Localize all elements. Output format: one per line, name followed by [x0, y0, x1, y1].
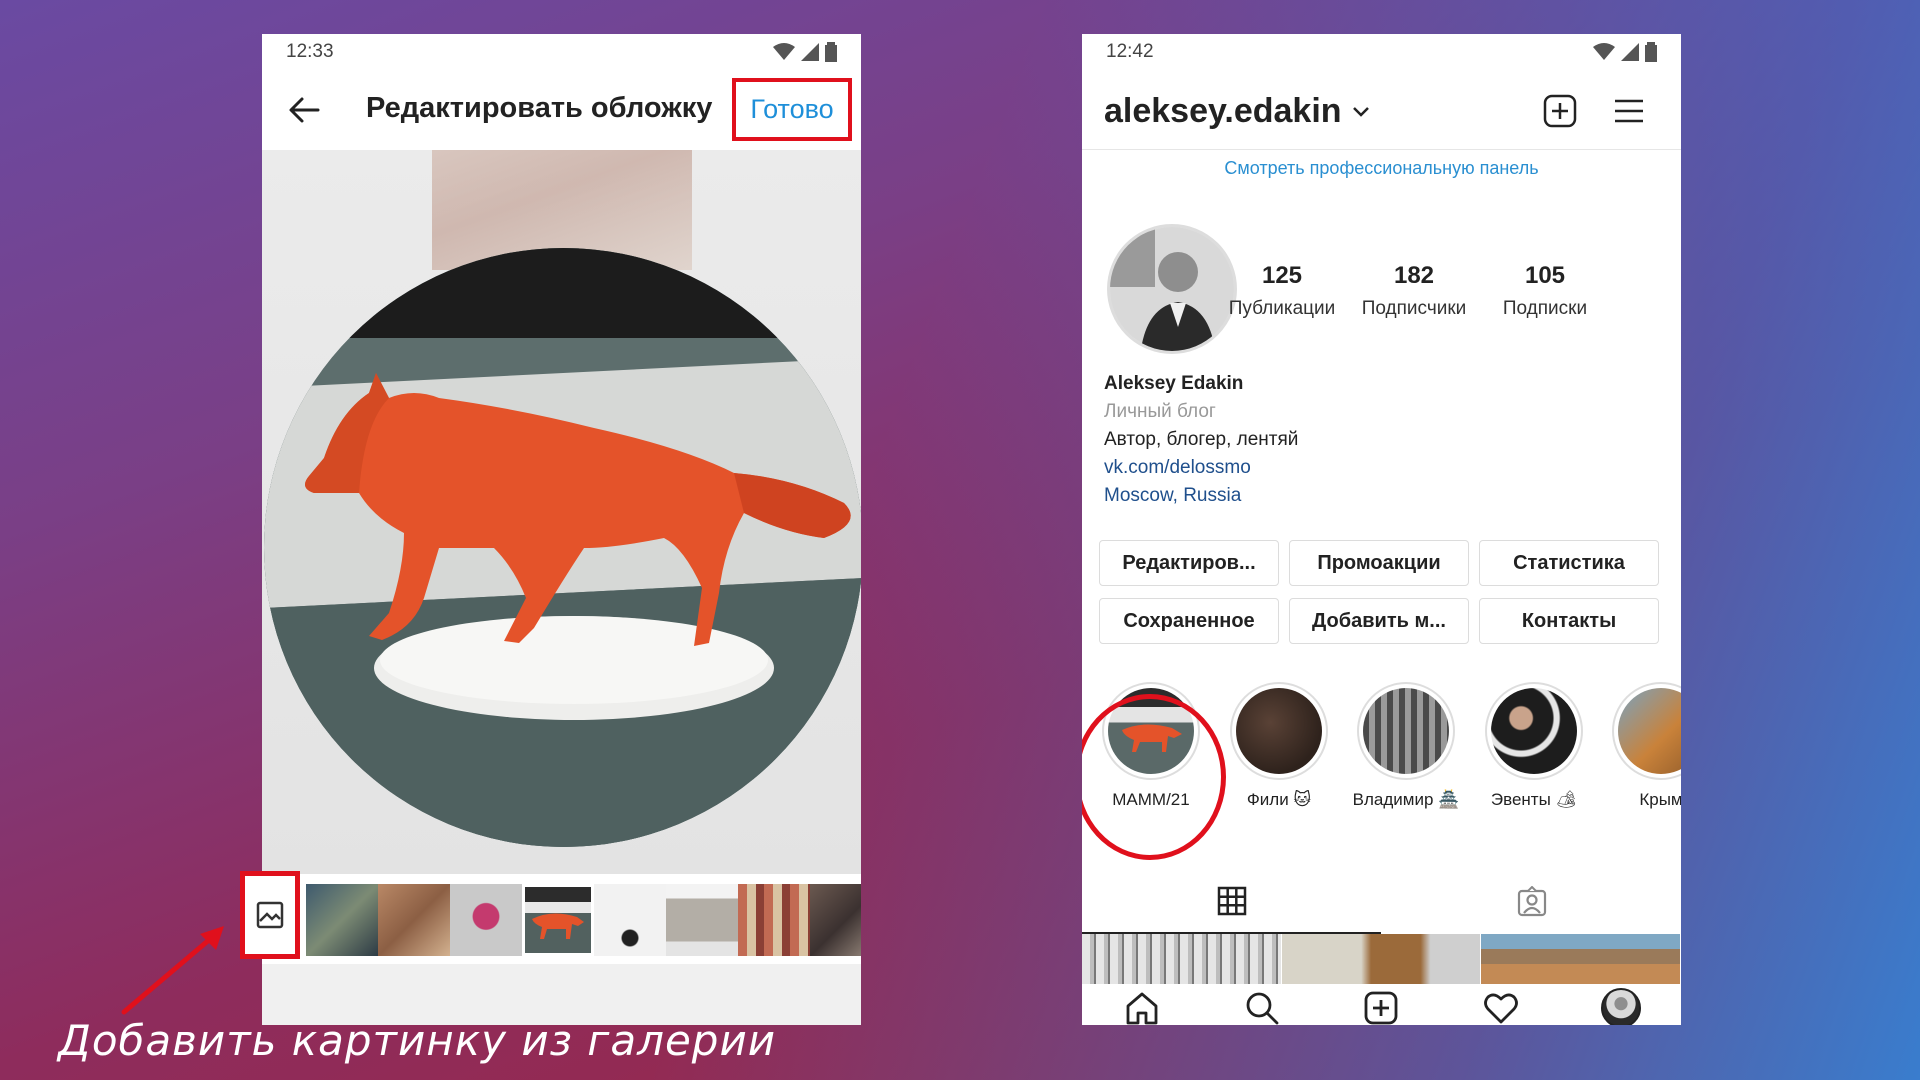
page-title: Редактировать обложку: [366, 92, 713, 124]
highlight-cover: [1618, 688, 1681, 774]
fox-sculpture-image: [264, 248, 861, 847]
phone-right-profile: 12:42 aleksey.edakin Смотреть профессион…: [1082, 34, 1681, 1025]
profile-avatar-icon[interactable]: [1601, 988, 1641, 1025]
profile-tabs: [1082, 870, 1681, 934]
stat-label: Подписки: [1502, 298, 1588, 319]
home-icon[interactable]: [1122, 988, 1162, 1025]
phone-left-edit-cover: 12:33 Редактировать обложку Готово: [262, 34, 861, 1025]
profile-header: aleksey.edakin: [1082, 70, 1681, 150]
stat-value: 125: [1261, 262, 1303, 289]
username[interactable]: aleksey.edakin: [1104, 92, 1342, 131]
cover-editor[interactable]: [262, 150, 861, 874]
stat-followers[interactable]: 182 Подписчики: [1349, 262, 1479, 320]
stat-label: Подписчики: [1361, 298, 1467, 319]
insights-button[interactable]: Статистика: [1479, 540, 1659, 586]
signal-icon: [1621, 43, 1639, 61]
highlight-label: Владимир 🏯: [1352, 790, 1460, 809]
bio: Aleksey Edakin Личный блог Автор, блогер…: [1104, 370, 1298, 510]
caption: Добавить картинку из галерии: [58, 1016, 777, 1065]
done-button[interactable]: Готово: [732, 78, 852, 141]
gallery-thumbnails: [306, 884, 861, 956]
highlight-cover: [1108, 688, 1194, 774]
gallery-icon: [256, 901, 284, 929]
highlight-item[interactable]: MAMM/21: [1086, 682, 1216, 810]
highlight-cover: [1236, 688, 1322, 774]
story-highlights: MAMM/21 Фили 🐱 Владимир 🏯 Эвенты 🏕 Крым: [1082, 682, 1681, 842]
profile-location[interactable]: Moscow, Russia: [1104, 482, 1298, 510]
stat-following[interactable]: 105 Подписки: [1480, 262, 1610, 320]
add-shop-button[interactable]: Добавить м...: [1289, 598, 1469, 644]
stat-posts[interactable]: 125 Публикации: [1217, 262, 1347, 320]
stat-value: 182: [1393, 262, 1435, 289]
edit-header: Редактировать обложку Готово: [262, 70, 861, 150]
wifi-icon: [1593, 43, 1615, 60]
contacts-button[interactable]: Контакты: [1479, 598, 1659, 644]
highlight-label: Эвенты 🏕: [1490, 790, 1578, 809]
highlight-item[interactable]: Эвенты 🏕: [1469, 682, 1599, 810]
professional-dashboard-link[interactable]: Смотреть профессиональную панель: [1082, 158, 1681, 179]
profile-buttons-row-1: Редактиров... Промоакции Статистика: [1099, 540, 1659, 586]
fox-highlight-icon: [1122, 724, 1182, 752]
fox-thumbnail-icon: [532, 913, 584, 939]
thumbnail[interactable]: [378, 884, 450, 956]
wifi-icon: [773, 43, 795, 60]
highlight-item[interactable]: Крым: [1596, 682, 1681, 810]
status-icons: [1593, 42, 1657, 62]
highlight-cover: [1491, 688, 1577, 774]
search-icon[interactable]: [1242, 988, 1282, 1025]
highlight-label: MAMM/21: [1112, 790, 1190, 809]
battery-icon: [1645, 42, 1657, 62]
tab-tagged[interactable]: [1382, 870, 1681, 934]
profile-category: Личный блог: [1104, 401, 1216, 422]
annotation-arrow: [121, 926, 224, 1015]
cover-crop-circle[interactable]: [264, 248, 861, 847]
posts-grid: [1082, 934, 1681, 984]
thumbnail[interactable]: [666, 884, 738, 956]
highlight-item[interactable]: Владимир 🏯: [1341, 682, 1471, 810]
profile-link[interactable]: vk.com/delossmo: [1104, 454, 1298, 482]
tab-grid[interactable]: [1082, 870, 1381, 934]
thumbnail[interactable]: [450, 884, 522, 956]
thumbnail[interactable]: [594, 884, 666, 956]
highlight-item[interactable]: Фили 🐱: [1214, 682, 1344, 810]
highlight-label: Крым: [1639, 790, 1681, 809]
heart-icon[interactable]: [1481, 988, 1521, 1025]
back-arrow-icon[interactable]: [284, 90, 324, 130]
thumbnail[interactable]: [810, 884, 861, 956]
grid-icon: [1217, 886, 1246, 916]
thumbnail-selected[interactable]: [522, 884, 594, 956]
thumbnail[interactable]: [306, 884, 378, 956]
promotions-button[interactable]: Промоакции: [1289, 540, 1469, 586]
bottom-nav: [1082, 984, 1681, 1025]
profile-name: Aleksey Edakin: [1104, 373, 1244, 394]
status-time: 12:33: [286, 41, 334, 62]
highlight-label: Фили 🐱: [1246, 790, 1312, 809]
profile-description: Автор, блогер, лентяй: [1104, 429, 1299, 450]
gallery-button[interactable]: [240, 871, 300, 959]
post-thumbnail[interactable]: [1082, 934, 1281, 984]
status-bar: 12:42: [1082, 34, 1681, 70]
status-time: 12:42: [1106, 41, 1154, 62]
thumbnail[interactable]: [738, 884, 810, 956]
menu-icon[interactable]: [1612, 94, 1646, 128]
tagged-user-icon: [1517, 886, 1546, 917]
saved-button[interactable]: Сохраненное: [1099, 598, 1279, 644]
profile-buttons-row-2: Сохраненное Добавить м... Контакты: [1099, 598, 1659, 644]
battery-icon: [825, 42, 837, 62]
stat-label: Публикации: [1228, 298, 1336, 319]
post-thumbnail[interactable]: [1481, 934, 1681, 984]
highlight-cover: [1363, 688, 1449, 774]
signal-icon: [801, 43, 819, 61]
chevron-down-icon[interactable]: [1352, 106, 1370, 118]
post-thumbnail[interactable]: [1281, 934, 1481, 984]
stat-value: 105: [1524, 262, 1566, 289]
new-post-icon[interactable]: [1543, 94, 1577, 128]
status-bar: 12:33: [262, 34, 861, 70]
edit-profile-button[interactable]: Редактиров...: [1099, 540, 1279, 586]
status-icons: [773, 42, 837, 62]
create-post-icon[interactable]: [1361, 988, 1401, 1025]
